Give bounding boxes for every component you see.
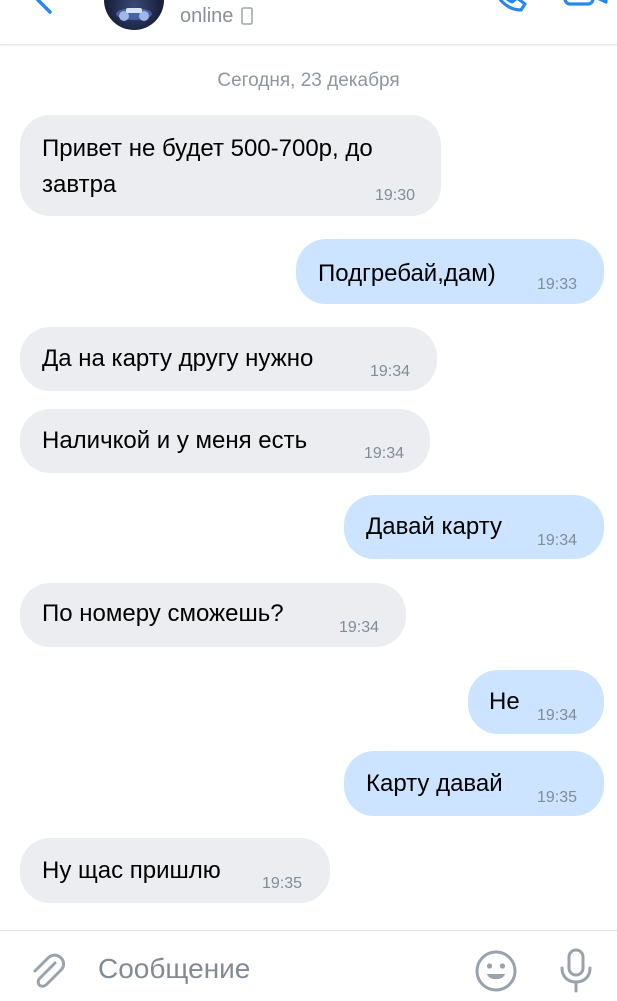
message-composer	[0, 930, 617, 1001]
message-text: Привет не будет 500-700р, до завтра	[42, 131, 373, 203]
message-text: Давай карту	[366, 513, 502, 540]
message-time: 19:34	[339, 619, 380, 636]
message-text: Да на карту другу нужно	[42, 345, 314, 372]
message-input[interactable]	[98, 949, 438, 989]
message-bubble[interactable]: Да на карту другу нужно 19:34	[20, 327, 437, 391]
message-time: 19:33	[537, 276, 578, 293]
message-line: Привет не будет 500-700р, до	[42, 135, 373, 162]
contact-avatar[interactable]	[104, 0, 164, 30]
mobile-phone-icon	[241, 7, 254, 25]
message-bubble[interactable]: Наличкой и у меня есть 19:34	[20, 409, 430, 473]
message-line: завтра	[42, 171, 117, 198]
message-time: 19:30	[375, 187, 416, 204]
message-bubble[interactable]: Давай карту 19:34	[344, 495, 604, 559]
message-time: 19:34	[537, 532, 578, 549]
contact-status: online	[180, 4, 254, 28]
message-bubble[interactable]: Не 19:34	[468, 670, 604, 734]
message-text: Ну щас пришлю	[42, 857, 221, 884]
chat-header: online	[0, 0, 617, 45]
online-status: online	[180, 4, 234, 27]
message-text: Подгребай,дам)	[318, 260, 496, 287]
message-bubble[interactable]: Подгребай,дам) 19:33	[296, 239, 604, 304]
microphone-icon[interactable]	[556, 947, 596, 995]
paperclip-icon[interactable]	[28, 951, 68, 991]
message-text: Наличкой и у меня есть	[42, 427, 308, 454]
message-bubble[interactable]: Ну щас пришлю 19:35	[20, 838, 330, 903]
message-text: Карту давай	[366, 770, 503, 797]
phone-call-icon[interactable]	[489, 0, 529, 16]
message-time: 19:35	[262, 875, 303, 892]
message-text: Не	[489, 688, 520, 715]
message-bubble[interactable]: Карту давай 19:35	[344, 751, 604, 816]
video-camera-icon[interactable]	[563, 0, 609, 12]
message-time: 19:34	[370, 363, 411, 380]
message-bubble[interactable]: По номеру сможешь? 19:34	[20, 583, 406, 647]
emoji-icon[interactable]	[474, 949, 518, 993]
date-separator: Сегодня, 23 декабря	[217, 70, 400, 91]
message-text: По номеру сможешь?	[42, 600, 284, 627]
message-time: 19:35	[537, 789, 578, 806]
message-bubble[interactable]: Привет не будет 500-700р, до завтра 19:3…	[20, 115, 441, 216]
message-time: 19:34	[364, 445, 405, 462]
back-arrow-icon[interactable]	[30, 0, 60, 16]
message-time: 19:34	[537, 707, 578, 724]
avatar-image-icon	[116, 8, 152, 21]
